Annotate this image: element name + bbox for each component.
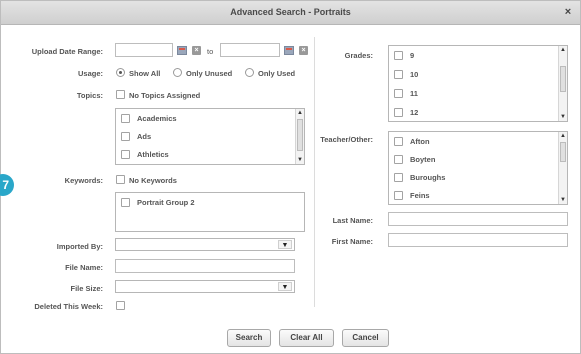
grade-label: 11 (410, 89, 418, 98)
close-icon[interactable]: × (561, 5, 575, 19)
advanced-search-dialog: Advanced Search - Portraits × Upload Dat… (0, 0, 581, 354)
grades-label: Grades: (344, 51, 373, 60)
scroll-up-icon[interactable]: ▲ (559, 132, 567, 140)
column-divider (314, 37, 315, 307)
scroll-thumb[interactable] (297, 119, 303, 151)
grades-list[interactable]: 9 10 11 12 ▲ ▼ (388, 45, 568, 122)
teacher-other-label: Teacher/Other: (320, 135, 373, 144)
clear-all-button[interactable]: Clear All (279, 329, 334, 347)
imported-by-label: Imported By: (56, 242, 103, 251)
grade-label: 9 (410, 51, 415, 60)
topics-label: Topics: (76, 91, 103, 100)
calendar-icon[interactable] (284, 46, 294, 55)
clear-x-icon[interactable]: × (299, 46, 308, 55)
no-topics-label: No Topics Assigned (129, 91, 201, 100)
teacher-checkbox[interactable] (394, 155, 403, 164)
calendar-icon[interactable] (177, 46, 187, 55)
file-name-label: File Name: (65, 263, 103, 272)
chevron-down-icon[interactable]: ▼ (278, 240, 292, 249)
grade-checkbox[interactable] (394, 108, 403, 117)
usage-label: Usage: (77, 69, 103, 78)
usage-option-label: Show All (129, 69, 161, 78)
grade-checkbox[interactable] (394, 70, 403, 79)
grade-checkbox[interactable] (394, 89, 403, 98)
teacher-label: Boyten (410, 155, 436, 164)
no-keywords-label: No Keywords (129, 176, 177, 185)
teacher-checkbox[interactable] (394, 173, 403, 182)
chevron-down-icon[interactable]: ▼ (278, 282, 292, 291)
upload-date-from-input[interactable] (115, 43, 173, 57)
keyword-label: Portrait Group 2 (137, 198, 195, 207)
dialog-titlebar[interactable]: Advanced Search - Portraits × (1, 1, 580, 25)
upload-date-label: Upload Date Range: (31, 47, 103, 56)
file-name-input[interactable] (115, 259, 295, 273)
scroll-up-icon[interactable]: ▲ (296, 109, 304, 117)
teacher-label: Feins (410, 191, 430, 200)
topic-label: Academics (137, 114, 177, 123)
clear-x-icon[interactable]: × (192, 46, 201, 55)
upload-date-to-input[interactable] (220, 43, 280, 57)
scroll-thumb[interactable] (560, 66, 566, 92)
no-keywords-checkbox[interactable] (116, 175, 125, 184)
topic-checkbox[interactable] (121, 132, 130, 141)
scroll-down-icon[interactable]: ▼ (559, 196, 567, 204)
file-size-label: File Size: (70, 284, 103, 293)
scroll-down-icon[interactable]: ▼ (296, 156, 304, 164)
date-range-to-label: to (207, 47, 214, 56)
keywords-label: Keywords: (64, 176, 103, 185)
topic-checkbox[interactable] (121, 150, 130, 159)
topic-checkbox[interactable] (121, 114, 130, 123)
topic-label: Ads (137, 132, 152, 141)
cancel-button[interactable]: Cancel (342, 329, 389, 347)
last-name-label: Last Name: (332, 216, 373, 225)
usage-radio-only-unused[interactable] (173, 68, 182, 77)
keywords-list[interactable]: Portrait Group 2 (115, 192, 305, 232)
scroll-up-icon[interactable]: ▲ (559, 46, 567, 54)
teacher-checkbox[interactable] (394, 191, 403, 200)
topics-list[interactable]: Academics Ads Athletics ▲ ▼ (115, 108, 305, 165)
scroll-thumb[interactable] (560, 142, 566, 162)
teacher-other-list[interactable]: Afton Boyten Buroughs Feins ▲ ▼ (388, 131, 568, 205)
keyword-checkbox[interactable] (121, 198, 130, 207)
grade-label: 10 (410, 70, 419, 79)
topics-scrollbar[interactable]: ▲ ▼ (295, 109, 304, 164)
file-size-select[interactable]: ▼ (115, 280, 295, 293)
usage-option-label: Only Used (258, 69, 296, 78)
last-name-input[interactable] (388, 212, 568, 226)
teacher-other-scrollbar[interactable]: ▲ ▼ (558, 132, 567, 204)
grade-label: 12 (410, 108, 419, 117)
first-name-input[interactable] (388, 233, 568, 247)
imported-by-select[interactable]: ▼ (115, 238, 295, 251)
usage-radio-only-used[interactable] (245, 68, 254, 77)
search-button[interactable]: Search (227, 329, 271, 347)
usage-option-label: Only Unused (186, 69, 233, 78)
first-name-label: First Name: (331, 237, 373, 246)
teacher-label: Buroughs (410, 173, 446, 182)
deleted-this-week-label: Deleted This Week: (34, 302, 103, 311)
topic-label: Athletics (137, 150, 169, 159)
teacher-label: Afton (410, 137, 430, 146)
dialog-title: Advanced Search - Portraits (230, 7, 351, 17)
no-topics-checkbox[interactable] (116, 90, 125, 99)
grade-checkbox[interactable] (394, 51, 403, 60)
usage-radio-show-all[interactable] (116, 68, 125, 77)
grades-scrollbar[interactable]: ▲ ▼ (558, 46, 567, 121)
deleted-this-week-checkbox[interactable] (116, 301, 125, 310)
teacher-checkbox[interactable] (394, 137, 403, 146)
scroll-down-icon[interactable]: ▼ (559, 113, 567, 121)
